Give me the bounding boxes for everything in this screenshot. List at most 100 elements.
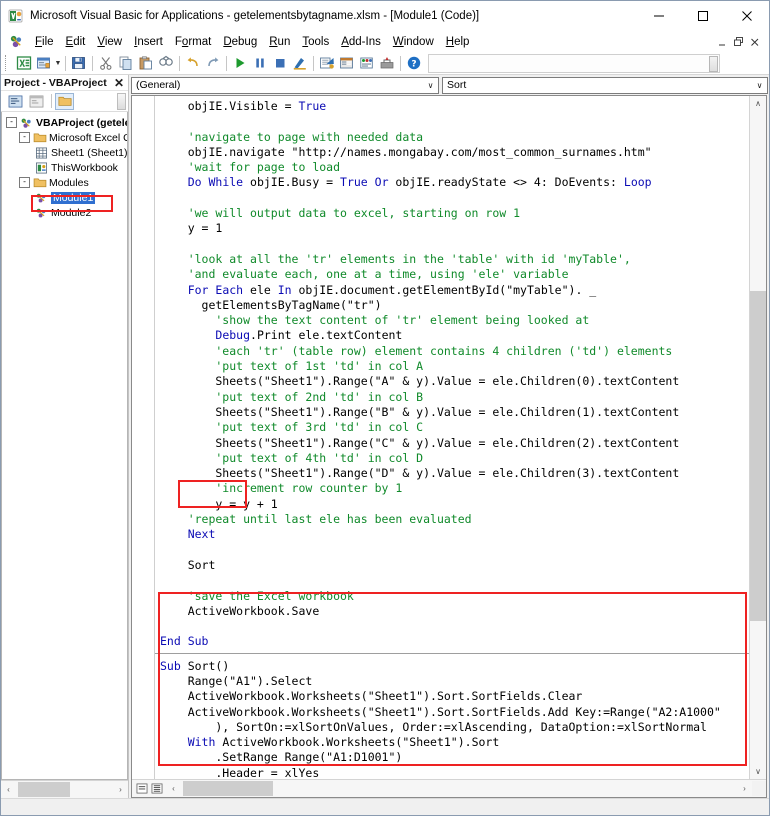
mdi-minimize-button[interactable]: [716, 35, 729, 49]
object-browser-icon[interactable]: [357, 53, 377, 73]
menu-window[interactable]: Window: [387, 34, 440, 50]
tree-node-excel-objects[interactable]: - Microsoft Excel Obje: [2, 130, 127, 145]
project-tree[interactable]: - VBAProject (getelem -: [1, 112, 128, 780]
object-combo[interactable]: (General) ∨: [131, 76, 439, 94]
hscroll-thumb[interactable]: [18, 782, 70, 797]
procedure-view-icon[interactable]: [134, 781, 149, 796]
work-area: Project - VBAProject ✕ - VBAProject (get…: [1, 75, 769, 798]
toggle-folders-icon[interactable]: [55, 92, 74, 110]
run-icon[interactable]: [230, 53, 250, 73]
full-module-view-icon[interactable]: [149, 781, 164, 796]
toolbox-icon[interactable]: [377, 53, 397, 73]
close-button[interactable]: [725, 2, 769, 31]
code-token: ActiveWorkbook.Worksheets("Sheet1").Sort…: [160, 689, 583, 704]
code-vscrollbar[interactable]: ∧ ∨: [749, 96, 766, 779]
expander-icon[interactable]: -: [6, 117, 17, 128]
copy-icon[interactable]: [116, 53, 136, 73]
code-line: 'put text of 1st 'td' in col A: [160, 359, 749, 374]
tree-node-module1[interactable]: Module1: [2, 190, 127, 205]
insert-userform-icon[interactable]: [34, 53, 54, 73]
code-block-getdata[interactable]: objIE.Visible = True 'navigate to page w…: [155, 96, 749, 650]
expander-icon[interactable]: -: [19, 132, 30, 143]
tree-node-sheet1[interactable]: Sheet1 (Sheet1): [2, 145, 127, 160]
cut-icon[interactable]: [96, 53, 116, 73]
mdi-close-button[interactable]: [748, 35, 761, 49]
toolbar-separator: [313, 55, 314, 71]
toolbar-resize-grip[interactable]: [709, 55, 718, 72]
undo-icon[interactable]: [183, 53, 203, 73]
chevron-down-icon[interactable]: ∨: [423, 78, 438, 93]
code-token: 'navigate to page with needed data: [160, 129, 424, 144]
reset-icon[interactable]: [270, 53, 290, 73]
save-icon[interactable]: [69, 53, 89, 73]
toolbar-grip[interactable]: [5, 55, 10, 71]
close-icon[interactable]: ✕: [112, 75, 126, 90]
vscroll-thumb[interactable]: [750, 291, 766, 621]
expander-icon[interactable]: -: [19, 177, 30, 188]
hscroll-track[interactable]: [181, 781, 737, 796]
project-explorer-resize-grip[interactable]: [117, 93, 126, 110]
scroll-left-icon[interactable]: ‹: [1, 782, 16, 797]
mdi-restore-button[interactable]: [732, 35, 745, 49]
menu-addins[interactable]: Add-Ins: [335, 34, 387, 50]
paste-icon[interactable]: [136, 53, 156, 73]
scroll-left-icon[interactable]: ‹: [166, 781, 181, 796]
procedure-combo[interactable]: Sort ∨: [442, 76, 768, 94]
hscroll-thumb[interactable]: [183, 781, 273, 796]
project-explorer-title: Project - VBAProject: [4, 76, 107, 89]
tree-node-modules[interactable]: - Modules: [2, 175, 127, 190]
redo-icon[interactable]: [203, 53, 223, 73]
menu-help[interactable]: Help: [440, 34, 476, 50]
tree-node-vbaproject[interactable]: - VBAProject (getelem: [2, 115, 127, 130]
code-token: Sheets("Sheet1").Range("C" & y).Value = …: [160, 435, 680, 450]
menu-run[interactable]: Run: [263, 34, 296, 50]
resize-corner[interactable]: [752, 781, 766, 796]
code-token: objIE.readyState <> 4: DoEvents:: [388, 175, 624, 190]
code-text-area[interactable]: objIE.Visible = True 'navigate to page w…: [155, 96, 749, 779]
tree-node-module2[interactable]: Module2: [2, 205, 127, 220]
tree-node-thisworkbook[interactable]: ThisWorkbook: [2, 160, 127, 175]
menu-tools[interactable]: Tools: [296, 34, 335, 50]
chevron-down-icon[interactable]: ∨: [752, 78, 767, 93]
code-line: .SetRange Range("A1:D1001"): [160, 750, 749, 765]
design-mode-icon[interactable]: [290, 53, 310, 73]
menu-edit[interactable]: Edit: [60, 34, 92, 50]
margin-indicator-bar[interactable]: [132, 96, 155, 779]
menu-file[interactable]: FFileile: [29, 34, 60, 50]
view-object-icon[interactable]: [27, 93, 46, 110]
menu-insert[interactable]: Insert: [128, 34, 169, 50]
code-token: 'each 'tr' (table row) element contains …: [160, 343, 673, 358]
code-line: Sheets("Sheet1").Range("B" & y).Value = …: [160, 405, 749, 420]
menu-debug[interactable]: Debug: [217, 34, 263, 50]
mdi-window-controls: [716, 35, 769, 49]
view-code-icon[interactable]: [6, 93, 25, 110]
properties-window-icon[interactable]: [337, 53, 357, 73]
code-token: .SetRange Range("A1:D1001"): [160, 750, 403, 765]
view-excel-icon[interactable]: [14, 53, 34, 73]
find-icon[interactable]: [156, 53, 176, 73]
code-line: Do While objIE.Busy = True Or objIE.read…: [160, 175, 749, 190]
code-block-sort[interactable]: Sub Sort() Range("A1").Select ActiveWork…: [155, 658, 749, 779]
toolbar-overflow-area[interactable]: [428, 53, 720, 73]
vscroll-track[interactable]: [750, 111, 766, 764]
help-icon[interactable]: ?: [404, 53, 424, 73]
code-token: 'put text of 2nd 'td' in col B: [160, 389, 424, 404]
tree-label: Modules: [49, 176, 89, 189]
scroll-right-icon[interactable]: ›: [113, 782, 128, 797]
scroll-up-icon[interactable]: ∧: [750, 96, 766, 111]
menu-view[interactable]: View: [91, 34, 128, 50]
menu-format[interactable]: Format: [169, 34, 217, 50]
chevron-down-icon[interactable]: ▼: [54, 53, 62, 73]
maximize-button[interactable]: [681, 2, 725, 31]
project-explorer-hscrollbar[interactable]: ‹ ›: [1, 780, 128, 798]
project-icon: [19, 116, 34, 130]
project-explorer-icon[interactable]: [317, 53, 337, 73]
scroll-down-icon[interactable]: ∨: [750, 764, 766, 779]
scroll-right-icon[interactable]: ›: [737, 781, 752, 796]
break-icon[interactable]: [250, 53, 270, 73]
code-token: True Or: [340, 175, 389, 190]
minimize-button[interactable]: [637, 2, 681, 31]
hscroll-track[interactable]: [16, 782, 113, 797]
